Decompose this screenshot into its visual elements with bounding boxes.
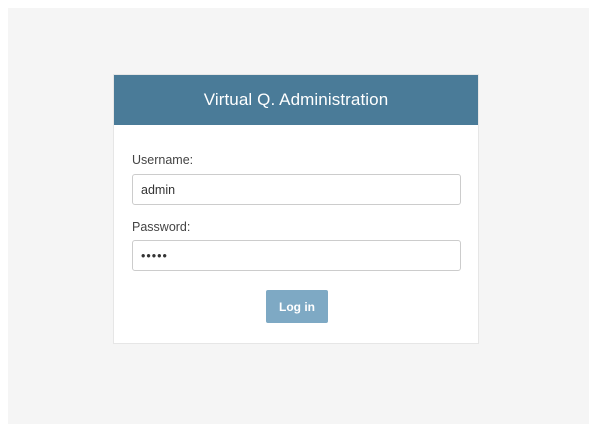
page-background: Virtual Q. Administration Username: Pass… (8, 8, 589, 424)
login-card: Virtual Q. Administration Username: Pass… (113, 74, 479, 344)
username-label: Username: (132, 153, 194, 167)
login-button[interactable]: Log in (266, 290, 328, 323)
password-label: Password: (132, 220, 191, 234)
username-input[interactable] (132, 174, 461, 205)
password-input[interactable] (132, 240, 461, 271)
login-title: Virtual Q. Administration (114, 75, 478, 125)
